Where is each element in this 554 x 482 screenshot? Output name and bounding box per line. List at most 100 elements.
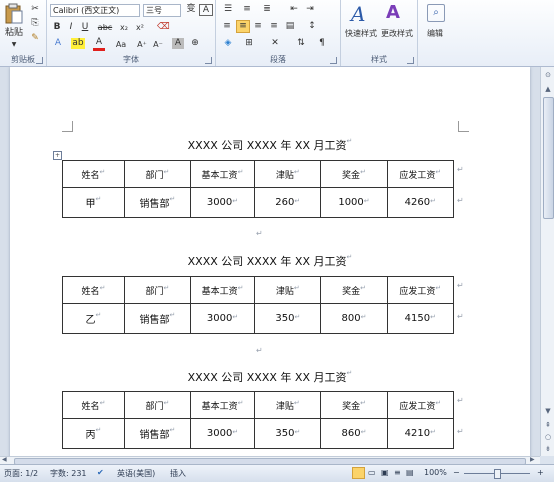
line-spacing-icon[interactable]: ↕: [306, 21, 318, 32]
zoom-level[interactable]: 100%: [424, 468, 447, 477]
header-bonus[interactable]: 奖金↵: [320, 160, 388, 188]
insert-mode[interactable]: 插入: [170, 468, 186, 479]
cell-name[interactable]: 丙↵: [62, 418, 125, 449]
subscript-button[interactable]: x₂: [117, 22, 131, 33]
ruler-toggle-icon[interactable]: ⊙: [542, 69, 554, 81]
header-dept[interactable]: 部门↵: [123, 391, 191, 419]
language-indicator[interactable]: 英语(美国): [117, 468, 155, 479]
web-layout-icon[interactable]: ▣: [381, 468, 389, 477]
next-page-icon[interactable]: ⇟: [542, 443, 554, 455]
multilevel-list-icon[interactable]: ≣: [260, 4, 274, 15]
cell-base-pay[interactable]: 3000↵: [189, 187, 256, 218]
font-launcher-icon[interactable]: [205, 57, 212, 64]
sort-icon[interactable]: ⇅: [294, 38, 308, 49]
header-name[interactable]: 姓名↵: [62, 276, 125, 304]
paste-button[interactable]: 粘贴 ▼: [3, 3, 25, 50]
cell-base-pay[interactable]: 3000↵: [189, 303, 256, 334]
bold-button[interactable]: B: [52, 22, 62, 33]
page-count[interactable]: 页面: 1/2: [4, 468, 38, 479]
phonetic-guide-button[interactable]: 变: [184, 4, 198, 15]
grow-font-button[interactable]: A⁺: [135, 39, 149, 50]
highlight-icon[interactable]: ab: [71, 38, 85, 49]
cell-bonus[interactable]: 800↵: [320, 303, 388, 334]
underline-button[interactable]: U: [80, 22, 90, 33]
header-name[interactable]: 姓名↵: [62, 391, 125, 419]
zoom-slider-thumb[interactable]: [494, 469, 501, 479]
align-right-icon[interactable]: ≡: [252, 21, 264, 32]
decrease-indent-icon[interactable]: ⇤: [288, 4, 300, 15]
increase-indent-icon[interactable]: ⇥: [304, 4, 316, 15]
styles-launcher-icon[interactable]: [407, 57, 414, 64]
header-base-pay[interactable]: 基本工资↵: [189, 276, 256, 304]
superscript-button[interactable]: x²: [133, 22, 147, 33]
copy-icon[interactable]: ⎘: [29, 18, 41, 29]
distributed-icon[interactable]: ▤: [284, 21, 296, 32]
header-name[interactable]: 姓名↵: [62, 160, 125, 188]
scroll-down-icon[interactable]: ▼: [542, 405, 554, 417]
char-border-button[interactable]: A: [199, 4, 213, 16]
cell-name[interactable]: 甲↵: [62, 187, 125, 218]
cell-allowance[interactable]: 260↵: [254, 187, 322, 218]
header-gross-pay[interactable]: 应发工资↵: [386, 276, 455, 304]
zoom-out-button[interactable]: −: [453, 468, 460, 477]
cell-gross-pay[interactable]: 4210↵: [386, 418, 455, 449]
word-count[interactable]: 字数: 231: [50, 468, 87, 479]
zoom-in-button[interactable]: +: [537, 468, 544, 477]
align-left-icon[interactable]: ≡: [221, 21, 233, 32]
draft-icon[interactable]: ▤: [406, 468, 414, 477]
header-dept[interactable]: 部门↵: [123, 160, 191, 188]
bullets-icon[interactable]: ☰: [221, 4, 235, 15]
header-bonus[interactable]: 奖金↵: [320, 276, 388, 304]
paragraph-launcher-icon[interactable]: [330, 57, 337, 64]
clear-format-icon[interactable]: ⌫: [157, 22, 170, 33]
italic-button[interactable]: I: [66, 22, 76, 33]
cell-bonus[interactable]: 1000↵: [320, 187, 388, 218]
header-allowance[interactable]: 津贴↵: [254, 276, 322, 304]
header-gross-pay[interactable]: 应发工资↵: [386, 391, 455, 419]
prev-page-icon[interactable]: ⇞: [542, 419, 554, 431]
font-size-select[interactable]: 三号: [143, 4, 181, 17]
vertical-scrollbar[interactable]: ⊙ ▲ ▼ ⇞ ○ ⇟: [540, 67, 554, 456]
borders-icon[interactable]: ⊞: [242, 38, 256, 49]
full-screen-reading-icon[interactable]: ▭: [368, 468, 376, 477]
cell-base-pay[interactable]: 3000↵: [189, 418, 256, 449]
enclose-chars-button[interactable]: ⊕: [189, 38, 201, 49]
cell-allowance[interactable]: 350↵: [254, 303, 322, 334]
cut-icon[interactable]: ✂: [29, 4, 41, 15]
change-styles-button[interactable]: A 更改样式: [379, 2, 415, 50]
header-bonus[interactable]: 奖金↵: [320, 391, 388, 419]
paste-dropdown-icon[interactable]: ▼: [3, 39, 25, 50]
cell-allowance[interactable]: 350↵: [254, 418, 322, 449]
browse-object-icon[interactable]: ○: [542, 431, 554, 443]
header-base-pay[interactable]: 基本工资↵: [189, 160, 256, 188]
cell-bonus[interactable]: 860↵: [320, 418, 388, 449]
scroll-left-icon[interactable]: ◀: [2, 456, 7, 463]
header-gross-pay[interactable]: 应发工资↵: [386, 160, 455, 188]
header-dept[interactable]: 部门↵: [123, 276, 191, 304]
font-name-select[interactable]: Calibri (西文正文): [50, 4, 140, 17]
cell-dept[interactable]: 销售部↵: [123, 187, 191, 218]
format-painter-icon[interactable]: ✎: [29, 33, 41, 44]
header-base-pay[interactable]: 基本工资↵: [189, 391, 256, 419]
scroll-up-icon[interactable]: ▲: [542, 83, 554, 95]
cell-dept[interactable]: 销售部↵: [123, 303, 191, 334]
cell-gross-pay[interactable]: 4150↵: [386, 303, 455, 334]
shading-icon[interactable]: ◈: [221, 38, 235, 49]
font-color-button[interactable]: A: [93, 37, 105, 51]
outline-icon[interactable]: ≡: [394, 468, 401, 477]
scroll-thumb[interactable]: [543, 97, 554, 219]
quick-styles-button[interactable]: A 快速样式: [343, 2, 379, 50]
change-case-button[interactable]: Aa: [113, 39, 129, 50]
scroll-right-icon[interactable]: ▶: [530, 456, 535, 463]
strikethrough-button[interactable]: abc: [96, 22, 114, 33]
justify-icon[interactable]: ≡: [268, 21, 280, 32]
chinese-layout-icon[interactable]: ✕: [268, 38, 282, 49]
document-page[interactable]: + XXXX 公司 XXXX 年 XX 月工资↵ 姓名↵ 部门↵ 基本工资↵ 津…: [10, 67, 530, 456]
char-shading-button[interactable]: A: [172, 38, 184, 49]
cell-dept[interactable]: 销售部↵: [123, 418, 191, 449]
proofing-icon[interactable]: ✔: [97, 468, 104, 477]
text-effect-icon[interactable]: A: [52, 38, 64, 49]
header-allowance[interactable]: 津贴↵: [254, 391, 322, 419]
cell-name[interactable]: 乙↵: [62, 303, 125, 334]
clipboard-launcher-icon[interactable]: [36, 57, 43, 64]
